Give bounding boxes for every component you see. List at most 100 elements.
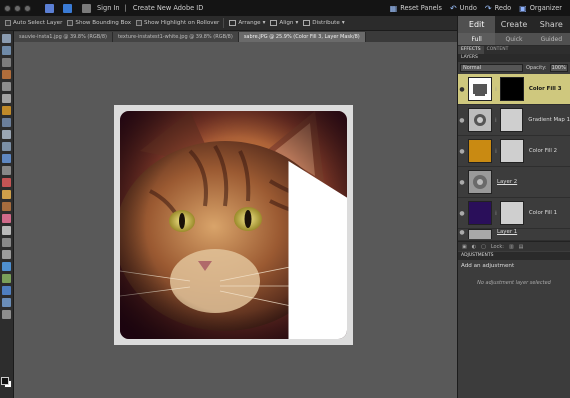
zoom-tool-icon[interactable]	[2, 46, 11, 55]
tab-share[interactable]: Share	[533, 16, 570, 33]
arrange-menu[interactable]: Arrange ▾	[229, 20, 265, 26]
auto-select-layer-option[interactable]: Auto Select Layer	[5, 20, 62, 26]
organizer-button[interactable]: ▣ Organizer	[519, 4, 562, 13]
marquee-tool-icon[interactable]	[2, 82, 11, 91]
layer-name[interactable]: Gradient Map 1	[528, 117, 570, 123]
trash-icon[interactable]: ▤	[519, 244, 524, 250]
workspace-icon[interactable]	[45, 3, 54, 13]
zoom-window-button[interactable]	[24, 4, 31, 12]
brush-tool-icon[interactable]	[2, 226, 11, 235]
arrange-icon	[229, 20, 237, 26]
layer-row-layer-1[interactable]: ● Layer 1	[458, 229, 570, 241]
layer-name[interactable]: Color Fill 2	[529, 148, 557, 154]
redo-button[interactable]: ↷ Redo	[485, 4, 511, 13]
shape-tool-icon[interactable]	[2, 286, 11, 295]
mask-icon[interactable]: ▢	[481, 244, 486, 250]
show-highlight-option[interactable]: Show Highlight on Rollover	[136, 20, 219, 26]
layer-row-color-fill-3[interactable]: ● ⁞ Color Fill 3	[458, 74, 570, 105]
eraser-tool-icon[interactable]	[2, 214, 11, 223]
gradient-tool-icon[interactable]	[2, 274, 11, 283]
checkbox[interactable]	[67, 20, 74, 26]
tab-content[interactable]: CONTENT	[484, 46, 512, 54]
tab-effects[interactable]: EFFECTS	[458, 46, 484, 54]
crop-tool-icon[interactable]	[2, 142, 11, 151]
smart-brush-tool-icon[interactable]	[2, 238, 11, 247]
cat-photo[interactable]	[120, 111, 347, 339]
layer-row-layer-2[interactable]: ● Layer 2	[458, 167, 570, 198]
checkbox[interactable]	[136, 20, 143, 26]
spot-healing-tool-icon[interactable]	[2, 190, 11, 199]
layer-row-color-fill-1[interactable]: ● ⁞ Color Fill 1	[458, 198, 570, 229]
play-icon[interactable]	[270, 161, 347, 339]
layer-thumbnail	[468, 170, 492, 194]
cookie-cutter-tool-icon[interactable]	[2, 154, 11, 163]
blend-mode-select[interactable]: Normal	[460, 64, 523, 72]
red-eye-tool-icon[interactable]	[2, 178, 11, 187]
layer-mask-thumbnail[interactable]	[499, 201, 524, 225]
layer-row-color-fill-2[interactable]: ● ⁞ Color Fill 2	[458, 136, 570, 167]
save-icon[interactable]	[63, 3, 72, 13]
edit-mode-tabs: Full Quick Guided	[458, 33, 570, 46]
doc-tab-active[interactable]: sabre.JPG @ 25.9% (Color Fill 3, Layer M…	[238, 32, 366, 42]
pencil-tool-icon[interactable]	[2, 250, 11, 259]
layers-list: ● ⁞ Color Fill 3 ● ⁞ Gradient Map 1 ● ⁞ …	[458, 74, 570, 241]
opacity-input[interactable]: 100%	[549, 64, 568, 72]
layer-name[interactable]: Color Fill 3	[529, 86, 562, 92]
doc-tab[interactable]: sauvie-insta1.jpg @ 39.8% (RGB/8)	[14, 32, 113, 42]
sign-in-link[interactable]: Sign In	[97, 4, 120, 12]
adjustments-panel-title: ADJUSTMENTS	[458, 252, 570, 260]
tab-edit[interactable]: Edit	[458, 16, 496, 33]
lock-label: Lock:	[490, 243, 504, 250]
lasso-tool-icon[interactable]	[2, 94, 11, 103]
color-swatches[interactable]	[1, 377, 12, 388]
eyedropper-tool-icon[interactable]	[2, 70, 11, 79]
show-bounding-box-option[interactable]: Show Bounding Box	[67, 20, 131, 26]
layer-mask-thumbnail[interactable]	[499, 77, 524, 101]
create-adobe-id-link[interactable]: Create New Adobe ID	[133, 4, 203, 12]
sponge-tool-icon[interactable]	[2, 310, 11, 319]
paint-bucket-tool-icon[interactable]	[2, 262, 11, 271]
blur-tool-icon[interactable]	[2, 298, 11, 307]
align-menu[interactable]: Align ▾	[270, 20, 298, 26]
layer-mask-thumbnail[interactable]	[499, 139, 524, 163]
reset-panels-button[interactable]: ▦ Reset Panels	[390, 4, 442, 13]
layer-name[interactable]: Color Fill 1	[529, 210, 557, 216]
eye-icon[interactable]: ●	[458, 210, 466, 217]
tab-quick[interactable]: Quick	[495, 33, 532, 45]
minimize-window-button[interactable]	[14, 4, 21, 12]
eye-icon[interactable]: ●	[458, 86, 466, 93]
eye-icon[interactable]: ●	[458, 148, 466, 155]
close-window-button[interactable]	[4, 4, 11, 12]
tab-create[interactable]: Create	[495, 16, 532, 33]
lock-icon[interactable]: ▥	[509, 244, 514, 250]
layer-mask-thumbnail[interactable]	[499, 108, 524, 132]
eye-icon[interactable]: ●	[458, 117, 466, 124]
reset-icon: ▦	[389, 3, 398, 13]
window-controls	[4, 4, 31, 12]
layer-name[interactable]: Layer 1	[497, 229, 517, 235]
layer-row-gradient-map-1[interactable]: ● ⁞ Gradient Map 1	[458, 105, 570, 136]
align-icon	[270, 20, 278, 26]
hand-tool-icon[interactable]	[2, 58, 11, 67]
distribute-menu[interactable]: Distribute ▾	[303, 20, 345, 26]
straighten-tool-icon[interactable]	[2, 166, 11, 175]
tab-guided[interactable]: Guided	[533, 33, 570, 45]
layers-panel-title: LAYERS	[458, 54, 570, 62]
eye-icon[interactable]: ●	[458, 229, 466, 236]
type-tool-icon[interactable]	[2, 130, 11, 139]
magic-wand-tool-icon[interactable]	[2, 118, 11, 127]
new-layer-icon[interactable]: ▣	[462, 244, 467, 250]
checkbox[interactable]	[5, 20, 11, 26]
doc-tab[interactable]: texture-instatest1-white.jpg @ 39.8% (RG…	[112, 32, 239, 42]
tab-full[interactable]: Full	[458, 33, 496, 45]
clone-stamp-tool-icon[interactable]	[2, 202, 11, 211]
adjustment-layer-icon[interactable]: ◐	[472, 244, 476, 250]
move-tool-icon[interactable]	[2, 34, 11, 43]
eye-icon[interactable]: ●	[458, 179, 466, 186]
canvas-area[interactable]	[14, 42, 457, 398]
link-icon: ⁞	[494, 116, 497, 124]
undo-button[interactable]: ↶ Undo	[450, 4, 477, 13]
quick-selection-tool-icon[interactable]	[2, 106, 11, 115]
layer-name[interactable]: Layer 2	[497, 179, 517, 185]
foreground-color-swatch[interactable]	[1, 377, 9, 385]
